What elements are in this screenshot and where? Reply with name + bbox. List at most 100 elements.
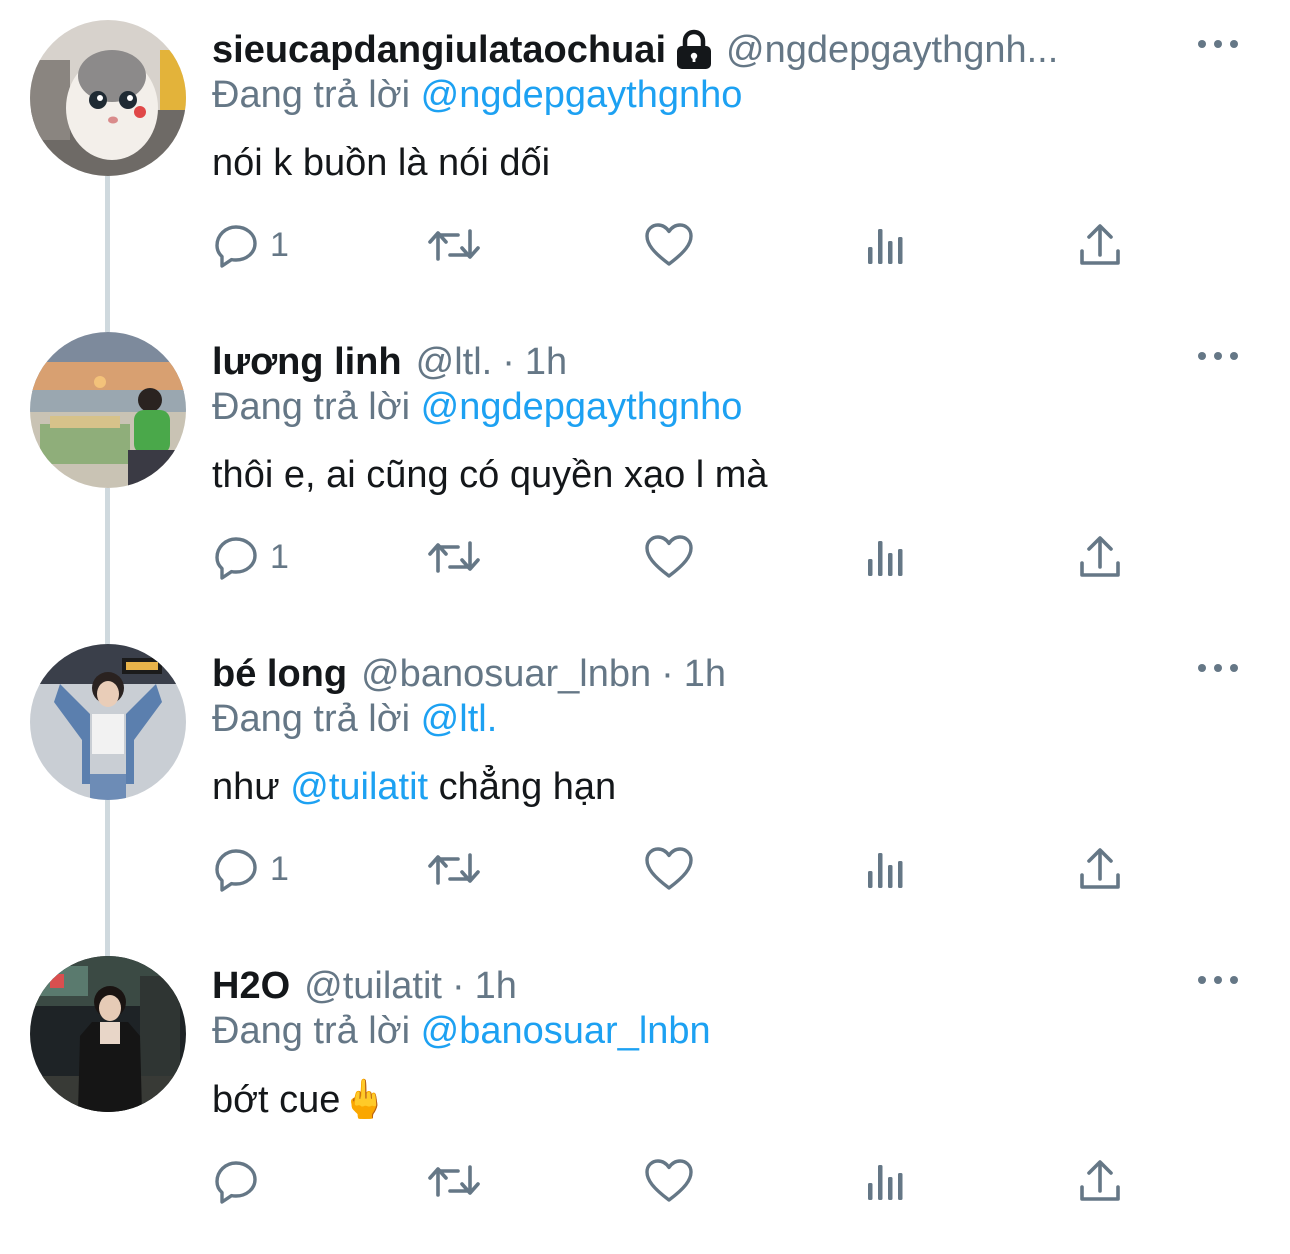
tweet-actions xyxy=(212,1146,1152,1216)
heart-icon xyxy=(644,221,694,269)
tweet-header: sieucapdangiulataochuai @ngdepgaythgnh... xyxy=(212,22,1170,78)
analytics-button[interactable] xyxy=(864,834,908,904)
user-handle[interactable]: @ltl. xyxy=(416,341,493,384)
analytics-button[interactable] xyxy=(864,210,908,280)
like-button[interactable] xyxy=(644,1146,694,1216)
share-icon xyxy=(1078,533,1122,581)
replying-to: Đang trả lời @banosuar_lnbn xyxy=(212,1010,711,1053)
retweet-icon xyxy=(426,845,482,893)
text-segment: nói k buồn là nói dối xyxy=(212,142,551,184)
reply-button[interactable] xyxy=(212,1146,260,1216)
reply-button[interactable]: 1 xyxy=(212,210,289,280)
reply-icon xyxy=(212,221,260,269)
text-segment: chẳng hạn xyxy=(428,766,617,808)
text-segment: như xyxy=(212,766,291,808)
more-icon[interactable] xyxy=(1198,972,1238,988)
replying-to: Đang trả lời @ngdepgaythgnho xyxy=(212,74,742,117)
retweet-button[interactable] xyxy=(426,1146,482,1216)
share-button[interactable] xyxy=(1078,210,1122,280)
replying-to-mention[interactable]: @banosuar_lnbn xyxy=(421,1010,711,1052)
user-handle[interactable]: @banosuar_lnbn xyxy=(361,653,651,696)
more-icon[interactable] xyxy=(1198,348,1238,364)
tweet-text: thôi e, ai cũng có quyền xạo l mà xyxy=(212,454,768,497)
tweet-actions: 1 xyxy=(212,522,1152,592)
tweet-text: nói k buồn là nói dối xyxy=(212,142,550,185)
replying-to-mention[interactable]: @ngdepgaythgnho xyxy=(421,74,743,116)
timestamp[interactable]: 1h xyxy=(525,341,567,384)
replying-prefix: Đang trả lời xyxy=(212,74,411,116)
share-icon xyxy=(1078,845,1122,893)
thread-connector xyxy=(105,488,110,644)
text-segment: 🖕 xyxy=(340,1079,388,1121)
share-button[interactable] xyxy=(1078,522,1122,592)
analytics-icon xyxy=(864,1157,908,1205)
reply-icon xyxy=(212,845,260,893)
analytics-button[interactable] xyxy=(864,1146,908,1216)
retweet-button[interactable] xyxy=(426,522,482,592)
more-icon[interactable] xyxy=(1198,660,1238,676)
avatar[interactable] xyxy=(30,20,186,176)
user-handle[interactable]: @tuilatit xyxy=(304,965,442,1008)
retweet-button[interactable] xyxy=(426,834,482,904)
avatar[interactable] xyxy=(30,956,186,1112)
tweet-header: lương linh @ltl. · 1h xyxy=(212,334,1170,390)
retweet-button[interactable] xyxy=(426,210,482,280)
timestamp[interactable]: 1h xyxy=(475,965,517,1008)
tweet[interactable]: bé long @banosuar_lnbn · 1h Đang trả lời @lt… xyxy=(0,624,1290,956)
replying-to-mention[interactable]: @ltl. xyxy=(421,698,498,740)
share-button[interactable] xyxy=(1078,1146,1122,1216)
retweet-icon xyxy=(426,1157,482,1205)
replying-prefix: Đang trả lời xyxy=(212,386,411,428)
reply-icon xyxy=(212,1157,260,1205)
share-icon xyxy=(1078,1157,1122,1205)
more-icon[interactable] xyxy=(1198,36,1238,52)
user-handle[interactable]: @ngdepgaythgnh... xyxy=(726,29,1058,72)
heart-icon xyxy=(644,533,694,581)
display-name[interactable]: lương linh xyxy=(212,341,402,384)
avatar[interactable] xyxy=(30,644,186,800)
thread-connector xyxy=(105,800,110,956)
display-name[interactable]: bé long xyxy=(212,653,347,696)
like-button[interactable] xyxy=(644,834,694,904)
tweet-actions: 1 xyxy=(212,834,1152,904)
display-name[interactable]: sieucapdangiulataochuai xyxy=(212,29,666,72)
reply-button[interactable]: 1 xyxy=(212,522,289,592)
reply-count: 1 xyxy=(270,225,289,264)
tweet-text: như @tuilatit chẳng hạn xyxy=(212,766,616,809)
like-button[interactable] xyxy=(644,522,694,592)
analytics-icon xyxy=(864,533,908,581)
replying-to-mention[interactable]: @ngdepgaythgnho xyxy=(421,386,743,428)
tweet-text: bớt cue🖕 xyxy=(212,1078,388,1122)
heart-icon xyxy=(644,845,694,893)
separator-dot: · xyxy=(451,964,465,1007)
retweet-icon xyxy=(426,221,482,269)
share-icon xyxy=(1078,221,1122,269)
like-button[interactable] xyxy=(644,210,694,280)
share-button[interactable] xyxy=(1078,834,1122,904)
reply-count: 1 xyxy=(270,537,289,576)
mention-link[interactable]: @tuilatit xyxy=(290,766,428,808)
tweet-actions: 1 xyxy=(212,210,1152,280)
reply-thread: sieucapdangiulataochuai @ngdepgaythgnh...… xyxy=(0,0,1290,1254)
reply-button[interactable]: 1 xyxy=(212,834,289,904)
replying-prefix: Đang trả lời xyxy=(212,698,411,740)
tweet[interactable]: lương linh @ltl. · 1h Đang trả lời @ngdepgay… xyxy=(0,312,1290,644)
thread-connector xyxy=(105,176,110,332)
lock-icon xyxy=(674,29,714,71)
tweet[interactable]: H2O @tuilatit · 1h Đang trả lời @banosuar_ln… xyxy=(0,936,1290,1248)
text-segment: thôi e, ai cũng có quyền xạo l mà xyxy=(212,454,768,496)
tweet-header: bé long @banosuar_lnbn · 1h xyxy=(212,646,1170,702)
tweet[interactable]: sieucapdangiulataochuai @ngdepgaythgnh...… xyxy=(0,0,1290,332)
timestamp[interactable]: 1h xyxy=(684,653,726,696)
display-name[interactable]: H2O xyxy=(212,965,290,1008)
tweet-header: H2O @tuilatit · 1h xyxy=(212,958,1170,1014)
separator-dot: · xyxy=(502,340,515,383)
heart-icon xyxy=(644,1157,694,1205)
separator-dot: · xyxy=(661,652,674,695)
retweet-icon xyxy=(426,533,482,581)
replying-to: Đang trả lời @ltl. xyxy=(212,698,497,741)
analytics-icon xyxy=(864,221,908,269)
analytics-button[interactable] xyxy=(864,522,908,592)
avatar[interactable] xyxy=(30,332,186,488)
replying-prefix: Đang trả lời xyxy=(212,1010,411,1052)
